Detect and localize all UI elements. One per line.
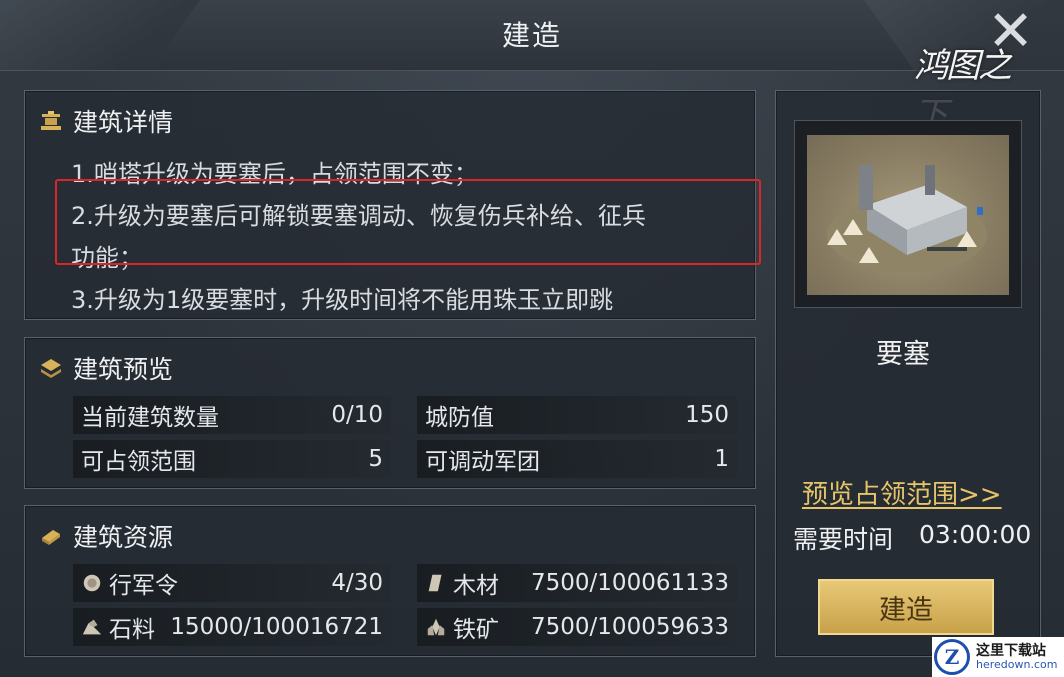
resource-march-order: 行军令 4/30 <box>73 564 391 602</box>
resources-heading: 建筑资源 <box>73 523 174 552</box>
stat-value: 0/10 <box>331 402 383 428</box>
build-time-label: 需要时间 <box>793 525 894 554</box>
resource-label: 行军令 <box>109 573 178 599</box>
fortress-icon <box>827 165 987 273</box>
stat-value: 1 <box>714 446 729 472</box>
watermark-text: 这里下载站 heredown.com <box>976 644 1057 670</box>
stat-city-defense: 城防值 150 <box>417 396 737 434</box>
watermark-en: heredown.com <box>976 657 1058 671</box>
build-button[interactable]: 建造 <box>818 579 994 635</box>
highlight-annotation <box>55 179 761 265</box>
overview-heading: 建筑预览 <box>73 355 174 384</box>
page-title: 建造 <box>501 19 562 52</box>
build-time-value: 03:00:00 <box>919 520 1032 549</box>
overview-panel: 建筑预览 当前建筑数量 0/10 城防值 150 可占领范围 5 可调动军团 1 <box>24 337 756 489</box>
watermark-cn: 这里下载站 <box>976 642 1046 659</box>
game-logo: ✕ 鸿图之下 <box>914 4 1034 136</box>
overview-header: 建筑预览 <box>39 350 173 386</box>
resource-label-group: 行军令 <box>81 566 178 600</box>
resource-stone: 石料 15000/100016721 <box>73 608 391 646</box>
scroll-icon <box>83 574 101 592</box>
resource-value: 15000/100016721 <box>170 614 383 640</box>
details-header: 建筑详情 <box>39 103 173 139</box>
watermark-logo-icon: Z <box>934 639 970 675</box>
stat-deployable-legions: 可调动军团 1 <box>417 440 737 478</box>
resource-wood: 木材 7500/100061133 <box>417 564 737 602</box>
stat-occupy-range: 可占领范围 5 <box>73 440 391 478</box>
overview-icon <box>41 359 61 378</box>
resource-value: 7500/100061133 <box>531 570 729 596</box>
details-heading: 建筑详情 <box>73 108 174 137</box>
resource-value: 7500/100059633 <box>531 614 729 640</box>
stat-value: 5 <box>368 446 383 472</box>
preview-range-link[interactable]: 预览占领范围>> <box>802 474 1002 511</box>
stat-label: 可调动军团 <box>425 449 540 475</box>
resources-header: 建筑资源 <box>39 518 173 554</box>
resource-label: 木材 <box>453 573 499 599</box>
details-panel: 建筑详情 1.哨塔升级为要塞后，占领范围不变； 2.升级为要塞后可解锁要塞调动、… <box>24 90 761 320</box>
detail-line: 3.升级为1级要塞时，升级时间将不能用珠玉立即跳 <box>71 286 614 313</box>
resources-panel: 建筑资源 行军令 4/30 木材 7500/100061133 石料 15000… <box>24 505 756 657</box>
resource-label: 铁矿 <box>453 617 499 643</box>
stone-icon <box>82 619 102 635</box>
stat-label: 可占领范围 <box>81 449 196 475</box>
resource-value: 4/30 <box>331 570 383 596</box>
iron-icon <box>427 618 445 636</box>
watermark: Z 这里下载站 heredown.com <box>932 637 1064 677</box>
stat-building-count: 当前建筑数量 0/10 <box>73 396 391 434</box>
resources-icon <box>42 530 60 545</box>
stat-label: 城防值 <box>425 405 494 431</box>
resource-label-group: 铁矿 <box>425 610 499 644</box>
fortress-illustration <box>807 135 1009 295</box>
build-time: 需要时间 03:00:00 <box>793 520 1031 556</box>
fortress-preview-image <box>794 120 1022 308</box>
building-icon <box>41 111 61 130</box>
resource-label-group: 石料 <box>81 610 155 644</box>
stat-value: 150 <box>685 402 729 428</box>
resource-iron: 铁矿 7500/100059633 <box>417 608 737 646</box>
resource-label-group: 木材 <box>425 566 499 600</box>
stat-label: 当前建筑数量 <box>81 405 219 431</box>
resource-label: 石料 <box>109 617 155 643</box>
building-name: 要塞 <box>876 339 930 370</box>
wood-icon <box>428 574 442 592</box>
